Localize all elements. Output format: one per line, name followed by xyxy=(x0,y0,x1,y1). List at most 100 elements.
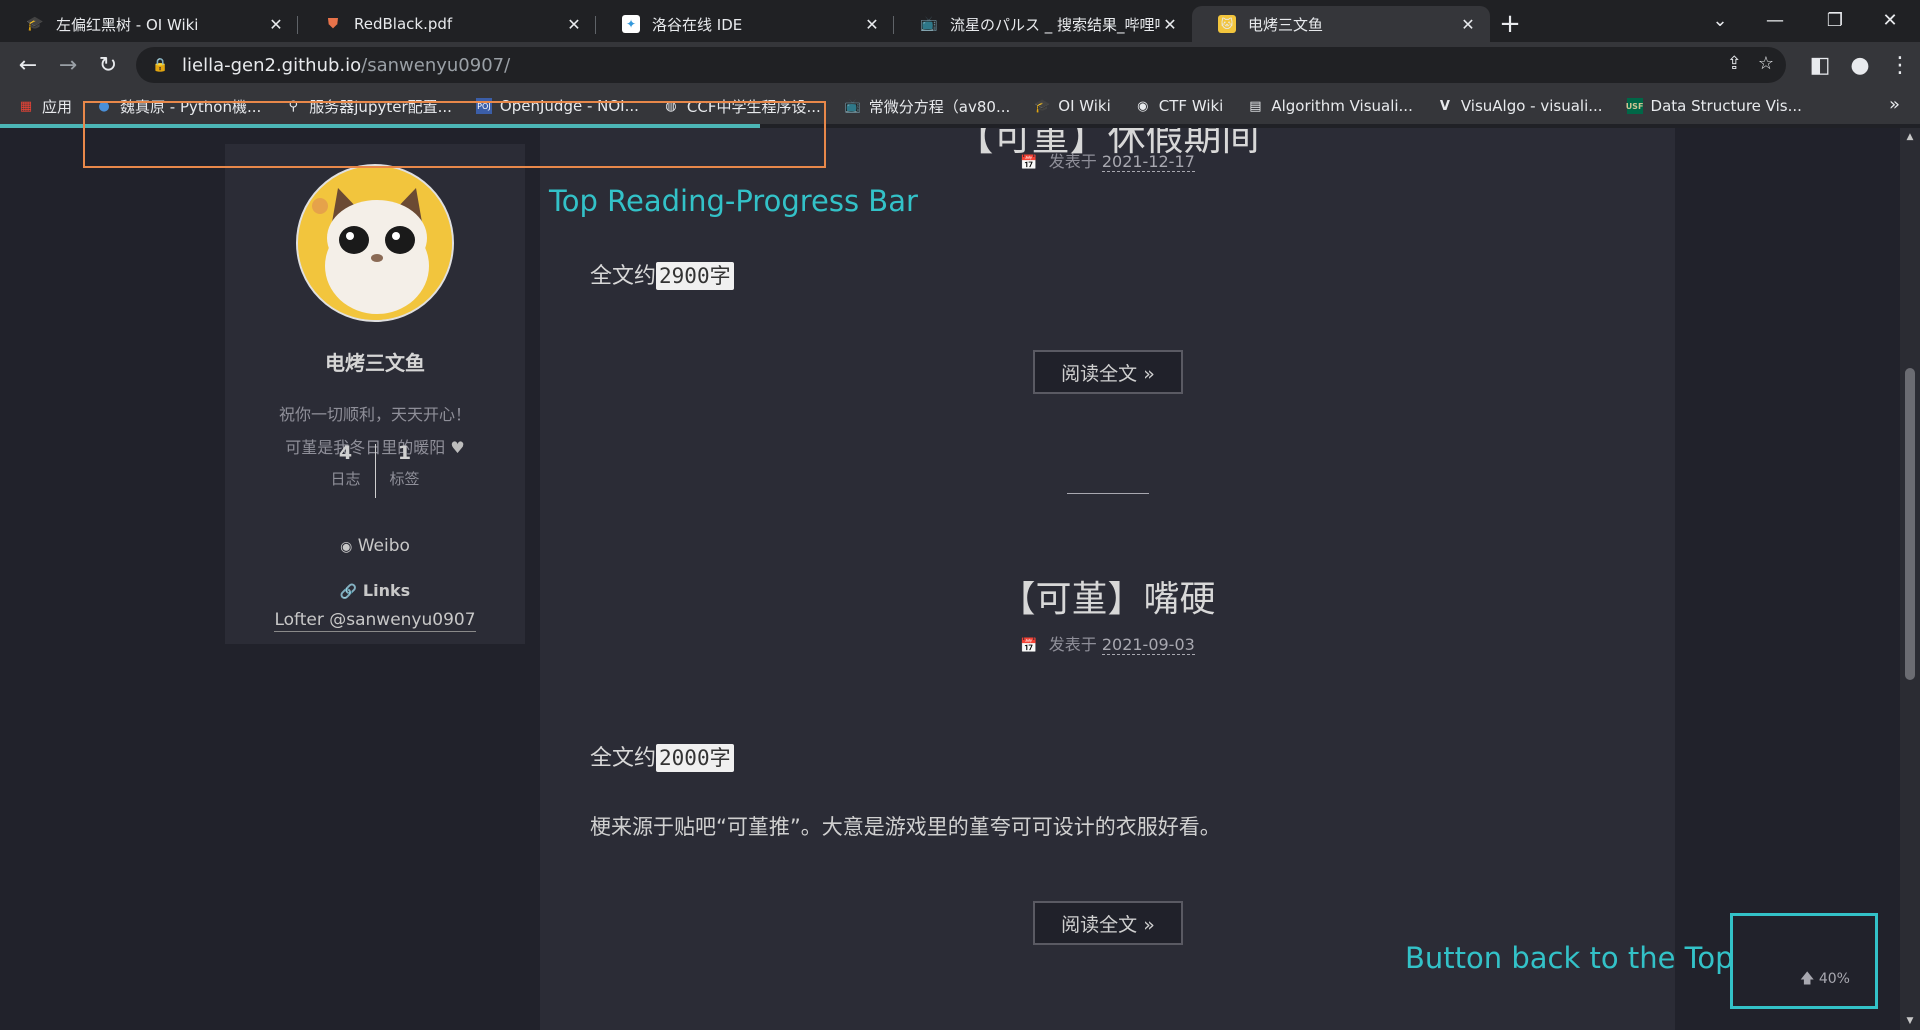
scroll-down-arrow-icon[interactable]: ▼ xyxy=(1900,1016,1920,1026)
bookmark-label: Data Structure Vis... xyxy=(1650,97,1802,115)
stat-posts[interactable]: 4 日志 xyxy=(317,442,375,498)
restore-button[interactable]: ❐ xyxy=(1805,0,1865,40)
bookmark-oiwiki[interactable]: 🎓 OI Wiki xyxy=(1034,97,1111,115)
window-close-button[interactable]: ✕ xyxy=(1860,0,1920,40)
tab-title: 电烤三文鱼 xyxy=(1248,15,1324,34)
tab-title: RedBlack.pdf xyxy=(354,15,453,33)
word-count-number: 2900 xyxy=(659,264,710,288)
lock-icon[interactable]: 🔒 xyxy=(152,58,168,73)
read-more-button[interactable]: 阅读全文 » xyxy=(1033,901,1183,945)
tab-redblack-pdf[interactable]: ⛊ RedBlack.pdf ✕ xyxy=(298,6,596,42)
tab-oiwiki[interactable]: 🎓 左偏红黑树 - OI Wiki ✕ xyxy=(0,6,298,42)
blog-page: 电烤三文鱼 祝你一切顺利，天天开心！ 可堇是我冬日里的暖阳 ♥ 4 日志 1 标… xyxy=(0,128,1900,1030)
site-stats: 4 日志 1 标签 xyxy=(225,442,525,498)
tab-strip: 🎓 左偏红黑树 - OI Wiki ✕ ⛊ RedBlack.pdf ✕ ✦ 洛… xyxy=(0,0,1920,42)
cat-avatar-image xyxy=(298,166,452,320)
links-heading-label: Links xyxy=(362,581,411,600)
stat-posts-count: 4 xyxy=(338,442,353,464)
menu-kebab-icon[interactable]: ⋮ xyxy=(1880,45,1920,85)
reload-button[interactable]: ↻ xyxy=(88,45,128,85)
usf-icon: USF xyxy=(1626,98,1643,114)
link-chain-icon: 🔗 xyxy=(339,584,358,600)
graduation-cap-icon: 🎓 xyxy=(1034,98,1051,114)
back-to-top-highlight-box xyxy=(1730,913,1878,1009)
bilibili-tv-icon: 📺 xyxy=(920,16,938,32)
post-date[interactable]: 2021-09-03 xyxy=(1101,635,1195,655)
post-excerpt: 梗来源于贴吧“可堇推”。大意是游戏里的堇夸可可设计的衣服好看。 xyxy=(590,815,1221,839)
apps-grid-icon: ▦ xyxy=(19,98,33,114)
close-icon[interactable]: ✕ xyxy=(1160,15,1180,34)
address-bar[interactable]: 🔒 liella-gen2.github.io /sanwenyu0907/ ⇪… xyxy=(136,47,1786,83)
close-icon[interactable]: ✕ xyxy=(1458,15,1478,34)
tab-search-chevron-icon[interactable]: ⌄ xyxy=(1690,0,1750,40)
post-meta: 📅 发表于 2021-09-03 xyxy=(540,631,1675,655)
bookmark-ctfwiki[interactable]: ◉ CTF Wiki xyxy=(1135,97,1224,115)
shield-icon: ⛊ xyxy=(327,16,339,32)
side-panel-icon[interactable]: ◧ xyxy=(1800,45,1840,85)
tab-bilibili-search[interactable]: 📺 流星のパルス _ 搜索结果_哔哩哔 ✕ xyxy=(894,6,1192,42)
back-button[interactable]: ← xyxy=(8,45,48,85)
weibo-label: Weibo xyxy=(357,536,410,556)
read-more-button[interactable]: 阅读全文 » xyxy=(1033,350,1183,394)
bookmark-algo-visual[interactable]: ▤ Algorithm Visuali... xyxy=(1247,97,1413,115)
word-count-unit: 字 xyxy=(709,264,731,288)
close-icon[interactable]: ✕ xyxy=(564,15,584,34)
forward-button[interactable]: → xyxy=(48,45,88,85)
new-tab-button[interactable]: + xyxy=(1490,6,1530,42)
tab-title: 洛谷在线 IDE xyxy=(652,15,743,34)
lofter-link[interactable]: Lofter @sanwenyu0907 xyxy=(225,610,525,632)
post-word-count: 全文约 2000字 xyxy=(590,740,734,772)
tab-luogu-ide[interactable]: ✦ 洛谷在线 IDE ✕ xyxy=(596,6,894,42)
post-date[interactable]: 2021-12-17 xyxy=(1101,152,1195,172)
url-path: /sanwenyu0907/ xyxy=(361,54,511,76)
bookmark-apps[interactable]: ▦ 应用 xyxy=(18,96,72,117)
stat-tags[interactable]: 1 标签 xyxy=(376,442,434,498)
word-count-unit: 字 xyxy=(709,746,731,770)
word-count-number: 2000 xyxy=(659,746,710,770)
minimize-button[interactable]: — xyxy=(1745,0,1805,40)
word-count-prefix: 全文约 xyxy=(590,746,657,771)
bookmark-label: 常微分方程（av80... xyxy=(868,97,1011,116)
post-divider xyxy=(1067,493,1149,494)
tab-sanwenyu[interactable]: 🐱 电烤三文鱼 ✕ xyxy=(1192,6,1490,42)
scroll-up-arrow-icon[interactable]: ▲ xyxy=(1900,132,1920,142)
post-date-prefix: 发表于 xyxy=(1048,635,1097,654)
progress-bar-highlight-box xyxy=(83,101,826,168)
post-list: 【可堇】休假期间 📅 发表于 2021-12-17 全文约 2900字 阅读全文 … xyxy=(540,128,1675,1030)
bookmark-label: CTF Wiki xyxy=(1158,97,1224,115)
bookmark-label: Algorithm Visuali... xyxy=(1271,97,1413,115)
avatar[interactable] xyxy=(296,164,454,322)
graduation-cap-icon: 🎓 xyxy=(26,16,44,32)
scrollbar-thumb[interactable] xyxy=(1905,368,1915,680)
bilibili-tv-icon: 📺 xyxy=(844,98,861,114)
close-icon[interactable]: ✕ xyxy=(266,15,286,34)
bookmark-star-icon[interactable]: ☆ xyxy=(1758,53,1774,74)
sidebar-overview: 电烤三文鱼 祝你一切顺利，天天开心！ 可堇是我冬日里的暖阳 ♥ 4 日志 1 标… xyxy=(225,144,525,644)
motto-line-1: 祝你一切顺利，天天开心！ xyxy=(278,405,471,424)
post-title[interactable]: 【可堇】嘴硬 xyxy=(540,570,1675,622)
bookmark-ds-vis[interactable]: USF Data Structure Vis... xyxy=(1626,97,1802,115)
browser-toolbar: ← → ↻ 🔒 liella-gen2.github.io /sanwenyu0… xyxy=(0,42,1920,88)
bookmark-ode[interactable]: 📺 常微分方程（av80... xyxy=(844,96,1011,117)
visualgo-icon: V xyxy=(1439,98,1450,114)
close-icon[interactable]: ✕ xyxy=(862,15,882,34)
weibo-icon: ◉ xyxy=(340,539,353,555)
chevron-right-more-icon[interactable]: » xyxy=(1889,94,1900,115)
tab-title: 流星のパルス _ 搜索结果_哔哩哔 xyxy=(950,15,1160,34)
back-to-top-annotation: Button back to the Top xyxy=(1405,941,1734,975)
page-scrollbar[interactable]: ▲ ▼ xyxy=(1900,128,1920,1030)
tab-title: 左偏红黑树 - OI Wiki xyxy=(56,15,199,34)
lofter-link-label: Lofter @sanwenyu0907 xyxy=(274,610,476,632)
cat-avatar-icon: 🐱 xyxy=(1218,15,1236,33)
author-name: 电烤三文鱼 xyxy=(325,351,425,375)
calendar-icon: 📅 xyxy=(1020,638,1038,654)
bookmark-visualgo[interactable]: V VisuAlgo - visuali... xyxy=(1437,97,1603,115)
share-icon[interactable]: ⇪ xyxy=(1727,53,1742,74)
weibo-link[interactable]: ◉ Weibo xyxy=(225,536,525,556)
algo-icon: ▤ xyxy=(1249,98,1262,114)
stat-posts-label: 日志 xyxy=(330,470,361,488)
bookmark-label: 应用 xyxy=(42,97,73,116)
profile-avatar-icon[interactable]: ● xyxy=(1840,45,1880,85)
stat-tags-count: 1 xyxy=(397,442,412,464)
progress-bar-annotation: Top Reading-Progress Bar xyxy=(549,184,918,218)
